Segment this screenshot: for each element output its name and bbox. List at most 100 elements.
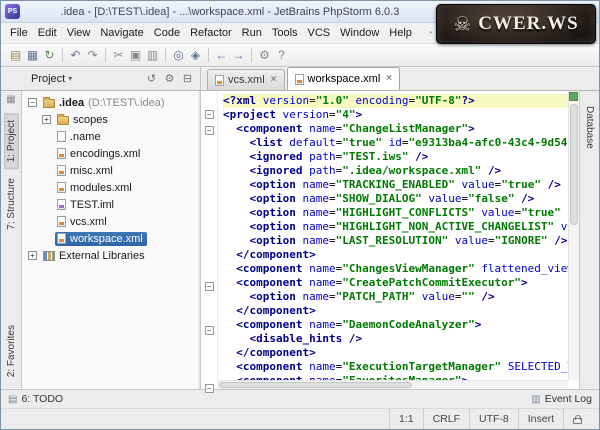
copy-icon[interactable]: ▣ bbox=[127, 47, 144, 64]
undo-icon[interactable]: ↶ bbox=[67, 47, 84, 64]
todo-tool-button[interactable]: 6: TODO bbox=[21, 393, 63, 405]
project-tree: −.idea(D:\TEST\.idea)+scopes.nameencodin… bbox=[22, 94, 198, 264]
tree-expander-icon[interactable]: + bbox=[42, 115, 51, 124]
menu-code[interactable]: Code bbox=[149, 25, 185, 41]
tab-close-icon[interactable]: × bbox=[271, 75, 277, 85]
code-line[interactable]: <project version="4"> bbox=[223, 108, 568, 122]
tree-item-label: .name bbox=[70, 131, 101, 143]
gutter-line bbox=[201, 182, 217, 196]
code-line[interactable]: <ignored path=".idea/workspace.xml" /> bbox=[223, 164, 568, 178]
line-separator-indicator[interactable]: CRLF bbox=[423, 409, 469, 429]
code-line[interactable]: <option name="HIGHLIGHT_NON_ACTIVE_CHANG… bbox=[223, 220, 568, 234]
tab-workspace-xml[interactable]: workspace.xml× bbox=[287, 67, 401, 90]
menu-refactor[interactable]: Refactor bbox=[185, 25, 237, 41]
editor-horizontal-scrollbar[interactable] bbox=[218, 380, 568, 389]
code-line[interactable]: </component> bbox=[223, 346, 568, 360]
code-line[interactable]: <option name="PATCH_PATH" value="" /> bbox=[223, 290, 568, 304]
tree-item-scopes[interactable]: +scopes bbox=[22, 111, 198, 128]
menu-file[interactable]: File bbox=[5, 25, 33, 41]
back-icon[interactable]: ← bbox=[213, 47, 230, 64]
tab-vcs-xml[interactable]: vcs.xml× bbox=[207, 69, 285, 90]
fold-marker-icon[interactable]: − bbox=[205, 326, 214, 335]
fold-marker-icon[interactable]: − bbox=[205, 126, 214, 135]
code-line[interactable]: <component name="ExecutionTargetManager"… bbox=[223, 360, 568, 374]
tool-button-1-project[interactable]: 1: Project bbox=[4, 113, 19, 169]
tree-item-label: .idea bbox=[59, 97, 84, 109]
settings-icon[interactable]: ⚙ bbox=[163, 72, 176, 85]
tree-expander-icon[interactable]: + bbox=[28, 251, 37, 260]
tool-button-7-structure[interactable]: 7: Structure bbox=[4, 171, 19, 237]
editor-lines[interactable]: <?xml version="1.0" encoding="UTF-8"?><p… bbox=[218, 91, 568, 389]
code-line[interactable]: <option name="HIGHLIGHT_CONFLICTS" value… bbox=[223, 206, 568, 220]
tree-item-external-libraries[interactable]: + External Libraries bbox=[22, 247, 198, 264]
save-all-icon[interactable]: ▦ bbox=[24, 47, 41, 64]
code-line[interactable]: <ignored path="TEST.iws" /> bbox=[223, 150, 568, 164]
code-line[interactable]: <option name="TRACKING_ENABLED" value="t… bbox=[223, 178, 568, 192]
menu-vcs[interactable]: VCS bbox=[303, 25, 336, 41]
encoding-indicator[interactable]: UTF-8 bbox=[469, 409, 518, 429]
replace-icon[interactable]: ◈ bbox=[187, 47, 204, 64]
cut-icon[interactable]: ✂ bbox=[110, 47, 127, 64]
tree-expander-icon[interactable]: − bbox=[28, 98, 37, 107]
settings-icon[interactable]: ⚙ bbox=[256, 47, 273, 64]
code-line[interactable]: <list default="true" id="e9313ba4-afc0-4… bbox=[223, 136, 568, 150]
refresh-icon[interactable]: ↺ bbox=[145, 72, 158, 85]
status-message-area bbox=[1, 409, 389, 429]
inspection-status-indicator[interactable] bbox=[569, 92, 578, 101]
tree-node: vcs.xml bbox=[55, 215, 111, 229]
fold-marker-icon[interactable]: − bbox=[205, 384, 214, 393]
tool-button-database[interactable]: Database bbox=[582, 99, 597, 156]
menu-window[interactable]: Window bbox=[335, 25, 384, 41]
event-log-button[interactable]: ▥ Event Log bbox=[531, 393, 592, 405]
open-icon[interactable]: ▤ bbox=[7, 47, 24, 64]
editor-vertical-scrollbar[interactable] bbox=[568, 91, 579, 380]
fold-marker-icon[interactable]: − bbox=[205, 110, 214, 119]
insert-mode-indicator[interactable]: Insert bbox=[518, 409, 563, 429]
code-line[interactable]: </component> bbox=[223, 248, 568, 262]
code-line[interactable]: <option name="SHOW_DIALOG" value="false"… bbox=[223, 192, 568, 206]
caret-position-indicator[interactable]: 1:1 bbox=[389, 409, 423, 429]
collapse-all-icon[interactable]: ⊟ bbox=[181, 72, 194, 85]
menu-navigate[interactable]: Navigate bbox=[95, 25, 148, 41]
tree-item-idea[interactable]: −.idea(D:\TEST\.idea) bbox=[22, 94, 198, 111]
code-line[interactable]: <?xml version="1.0" encoding="UTF-8"?> bbox=[223, 94, 568, 108]
fold-marker-icon[interactable]: − bbox=[205, 282, 214, 291]
tree-item-workspace-xml[interactable]: workspace.xml bbox=[22, 230, 198, 247]
tree-item-vcs-xml[interactable]: vcs.xml bbox=[22, 213, 198, 230]
activity-gauge-icon: ◔ bbox=[427, 28, 433, 39]
lock-icon[interactable] bbox=[573, 418, 582, 424]
code-line[interactable]: <disable_hints /> bbox=[223, 332, 568, 346]
tree-item-name[interactable]: .name bbox=[22, 128, 198, 145]
redo-icon[interactable]: ↷ bbox=[84, 47, 101, 64]
menu-edit[interactable]: Edit bbox=[33, 25, 62, 41]
code-line[interactable]: </component> bbox=[223, 304, 568, 318]
menu-run[interactable]: Run bbox=[237, 25, 267, 41]
horizontal-scrollbar-thumb[interactable] bbox=[219, 382, 412, 388]
tree-item-misc-xml[interactable]: misc.xml bbox=[22, 162, 198, 179]
help-icon[interactable]: ? bbox=[273, 47, 290, 64]
code-line[interactable]: <component name="ChangeListManager"> bbox=[223, 122, 568, 136]
menu-tools[interactable]: Tools bbox=[267, 25, 303, 41]
tree-node: External Libraries bbox=[41, 249, 149, 263]
tab-close-icon[interactable]: × bbox=[386, 74, 392, 84]
chevron-down-icon[interactable]: ▾ bbox=[68, 74, 72, 83]
forward-icon[interactable]: → bbox=[230, 47, 247, 64]
tree-item-label: encodings.xml bbox=[70, 148, 140, 160]
find-icon[interactable]: ◎ bbox=[170, 47, 187, 64]
menu-view[interactable]: View bbox=[62, 25, 96, 41]
vertical-scrollbar-thumb[interactable] bbox=[570, 104, 578, 225]
right-strip-top: Database bbox=[582, 97, 597, 158]
tool-button-2-favorites[interactable]: 2: Favorites bbox=[4, 318, 19, 384]
paste-icon[interactable]: ▥ bbox=[144, 47, 161, 64]
menu-help[interactable]: Help bbox=[384, 25, 417, 41]
code-line[interactable]: <option name="LAST_RESOLUTION" value="IG… bbox=[223, 234, 568, 248]
synchronize-icon[interactable]: ↻ bbox=[41, 47, 58, 64]
code-line[interactable]: <component name="DaemonCodeAnalyzer"> bbox=[223, 318, 568, 332]
tree-item-modules-xml[interactable]: modules.xml bbox=[22, 179, 198, 196]
code-line[interactable]: <component name="ChangesViewManager" fla… bbox=[223, 262, 568, 276]
tree-item-encodings-xml[interactable]: encodings.xml bbox=[22, 145, 198, 162]
tree-item-test-iml[interactable]: TEST.iml bbox=[22, 196, 198, 213]
tool-windows-icon[interactable]: ▦ bbox=[6, 94, 15, 105]
code-line[interactable]: <component name="CreatePatchCommitExecut… bbox=[223, 276, 568, 290]
project-view-selector[interactable]: Project bbox=[31, 73, 65, 85]
